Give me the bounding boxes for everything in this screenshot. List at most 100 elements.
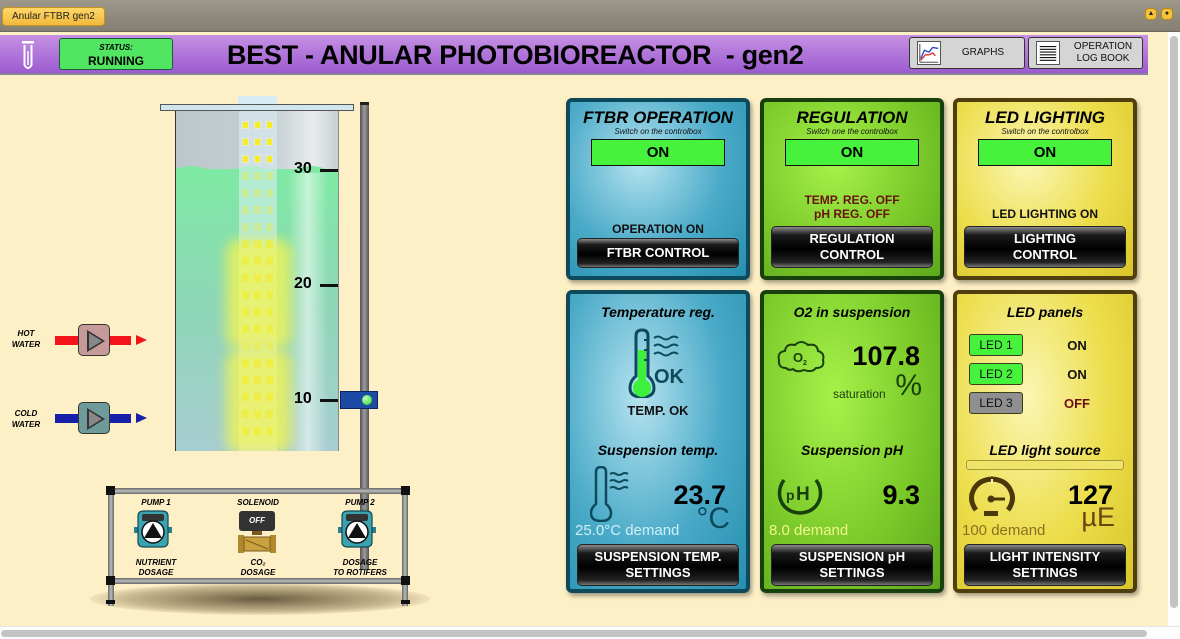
vertical-scrollbar[interactable] <box>1168 32 1180 626</box>
level-sensor[interactable] <box>340 391 378 409</box>
operation-log-book-button[interactable]: OPERATION LOG BOOK <box>1028 37 1143 69</box>
suspension-ph-settings-button[interactable]: SUSPENSION pH SETTINGS <box>771 544 933 586</box>
led-dot <box>242 376 249 384</box>
minimize-button[interactable]: ▲ <box>1145 8 1157 20</box>
cold-water-valve[interactable] <box>78 402 110 434</box>
temp-reg-title: Temperature reg. <box>601 304 715 320</box>
scale-label-10: 10 <box>294 390 312 407</box>
pump2-icon[interactable] <box>338 510 376 548</box>
led-lighting-panel: LED LIGHTING Switch on the controlbox ON… <box>953 98 1137 280</box>
led-dot <box>242 172 249 180</box>
o2-saturation-label: saturation <box>833 387 886 401</box>
vertical-scroll-thumb[interactable] <box>1170 36 1178 608</box>
led-dot <box>242 223 249 231</box>
lighting-panel-subtitle: Switch on the controlbox <box>1001 127 1089 136</box>
led-dot <box>254 121 261 129</box>
hot-water-arrow-icon <box>136 335 147 345</box>
options-button[interactable]: ● <box>1161 8 1173 20</box>
app-tab[interactable]: Anular FTBR gen2 <box>2 7 105 26</box>
temp-ok-icon-text: OK <box>654 366 685 388</box>
led-dot <box>242 155 249 163</box>
lighting-button-line2: CONTROL <box>1012 247 1078 262</box>
vessel-lid <box>160 104 354 111</box>
led-dot <box>254 410 261 418</box>
cold-water-label: COLD WATER <box>11 409 41 429</box>
frame-joint <box>401 576 410 585</box>
scale-tick <box>320 284 338 287</box>
pump2-title: PUMP 2 <box>345 498 375 507</box>
regulation-panel: REGULATION Switch one the controlbox ON … <box>760 98 944 280</box>
led-dot <box>242 393 249 401</box>
frame-leg <box>108 488 114 606</box>
led2-button[interactable]: LED 2 <box>969 363 1023 385</box>
lighting-control-button[interactable]: LIGHTING CONTROL <box>964 226 1126 268</box>
svg-text:H: H <box>796 484 810 505</box>
led-dot <box>242 427 249 435</box>
led-dot <box>242 308 249 316</box>
solenoid-caption-line1: CO₂ <box>250 558 266 567</box>
svg-text:2: 2 <box>803 360 807 367</box>
led-dot <box>266 206 273 214</box>
solenoid-title: SOLENOID <box>237 498 279 507</box>
led-dot <box>266 223 273 231</box>
pump2-caption: DOSAGE TO ROTIFERS <box>318 558 402 578</box>
svg-text:p: p <box>786 487 795 503</box>
regulation-control-button[interactable]: REGULATION CONTROL <box>771 226 933 268</box>
solenoid-state[interactable]: OFF <box>239 511 275 531</box>
led-dot <box>266 121 273 129</box>
led-dot <box>266 189 273 197</box>
lighting-status: LED LIGHTING ON <box>992 207 1098 221</box>
graph-icon <box>917 41 941 65</box>
led-dot <box>242 240 249 248</box>
temp-demand: 25.0°C demand <box>575 522 680 539</box>
pump2-caption-line1: DOSAGE <box>342 558 378 567</box>
horizontal-scroll-thumb[interactable] <box>1 630 1147 637</box>
ph-reg-status: pH REG. OFF <box>814 207 890 221</box>
led-dot <box>266 172 273 180</box>
led-dot <box>254 342 261 350</box>
horizontal-scrollbar[interactable] <box>0 626 1180 639</box>
log-book-icon <box>1036 41 1060 65</box>
vessel-highlight <box>288 169 328 451</box>
hot-water-valve[interactable] <box>78 324 110 356</box>
ftbr-control-button[interactable]: FTBR CONTROL <box>577 238 739 268</box>
led-dot <box>254 189 261 197</box>
pump1-icon[interactable] <box>134 510 172 548</box>
temperature-ok-icon: OK <box>628 328 685 398</box>
ph-title: Suspension pH <box>801 442 903 458</box>
led-dot <box>254 359 261 367</box>
o2-title: O2 in suspension <box>793 304 911 320</box>
led-dot <box>254 240 261 248</box>
led-dot <box>242 410 249 418</box>
ph-icon: p H <box>777 478 823 515</box>
led-dot <box>242 257 249 265</box>
cold-water-arrow-icon <box>136 413 147 423</box>
ftbr-operation-status: OPERATION ON <box>612 222 704 236</box>
led-dot <box>266 138 273 146</box>
led-dot <box>266 240 273 248</box>
ftbr-panel-subtitle: Switch on the controlbox <box>614 127 702 136</box>
light-intensity-settings-button[interactable]: LIGHT INTENSITY SETTINGS <box>964 544 1126 586</box>
graphs-button[interactable]: GRAPHS <box>909 37 1025 69</box>
led-dot <box>266 342 273 350</box>
led1-button[interactable]: LED 1 <box>969 334 1023 356</box>
light-source-bar <box>966 460 1124 470</box>
led-dot <box>266 257 273 265</box>
led-dot <box>254 138 261 146</box>
led-dot <box>242 189 249 197</box>
led-dot <box>254 308 261 316</box>
suspension-temp-settings-button[interactable]: SUSPENSION TEMP. SETTINGS <box>577 544 739 586</box>
frame-rail <box>108 578 408 584</box>
frame-joint <box>401 486 410 495</box>
ph-demand: 8.0 demand <box>769 522 849 539</box>
led-dot <box>254 172 261 180</box>
frame-joint <box>106 486 115 495</box>
status-label: STATUS: <box>99 43 133 52</box>
suspension-temp-unit: °C <box>696 502 730 535</box>
led-dot <box>266 393 273 401</box>
led-dot <box>254 206 261 214</box>
ftbr-operation-panel: FTBR OPERATION Switch on the controlbox … <box>566 98 750 280</box>
led3-button[interactable]: LED 3 <box>969 392 1023 414</box>
frame-rail <box>108 488 408 494</box>
lighting-switch-state: ON <box>978 139 1112 166</box>
